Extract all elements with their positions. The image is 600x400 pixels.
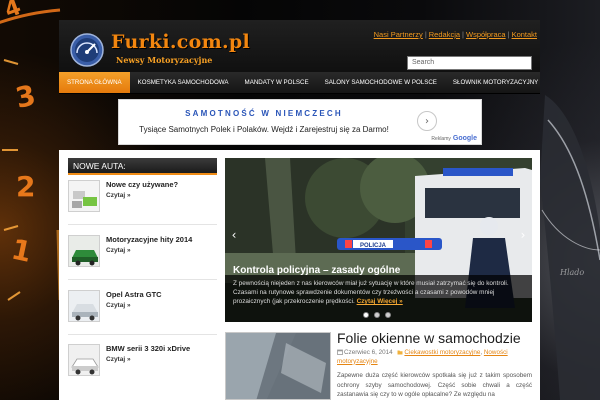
main-nav: Strona Główna Kosmetyka samochodowa Mand…: [59, 72, 540, 94]
window-film-photo: [226, 333, 330, 399]
article-thumbnail[interactable]: [225, 332, 331, 400]
chevron-right-icon[interactable]: ›: [417, 111, 437, 131]
sidebar-post: Motoryzacyjne hity 2014 Czytaj »: [68, 235, 217, 289]
post-title[interactable]: Opel Astra GTC: [106, 290, 218, 299]
slider-excerpt: Z pewnością niejeden z nas kierowców mia…: [233, 279, 526, 306]
ad-banner[interactable]: SAMOTNOŚĆ W NIEMCZECH Tysiące Samotnych …: [118, 99, 482, 145]
slider-pagination: [363, 312, 391, 318]
top-link-editorial[interactable]: Redakcja: [429, 30, 460, 39]
nav-item-home[interactable]: Strona Główna: [59, 72, 130, 93]
chevron-left-icon[interactable]: ‹: [229, 228, 239, 242]
post-thumbnail[interactable]: [68, 344, 100, 376]
car-question-thumbnail: [69, 181, 99, 211]
post-title[interactable]: BMW serii 3 320i xDrive: [106, 344, 218, 353]
separator: |: [462, 30, 464, 39]
sidebar-post: Opel Astra GTC Czytaj »: [68, 290, 217, 344]
top-link-contact[interactable]: Kontakt: [512, 30, 537, 39]
folder-icon: [397, 350, 403, 355]
article-meta: Czerwiec 6, 2014 Ciekawostki motoryzacyj…: [337, 349, 508, 365]
read-more-link[interactable]: Czytaj »: [106, 356, 131, 363]
separator: |: [424, 30, 427, 39]
read-more-link[interactable]: Czytaj »: [106, 302, 131, 309]
slider-dot[interactable]: [374, 312, 380, 318]
read-more-link[interactable]: Czytaj Więcej »: [357, 298, 403, 305]
car-thumbnail: [69, 345, 99, 375]
nav-item-fines[interactable]: Mandaty w Polsce: [237, 72, 317, 93]
category-link[interactable]: Ciekawostki motoryzacyjne: [404, 349, 480, 356]
site-subtitle: Newsy Motoryzacyjne: [116, 55, 213, 65]
read-more-link[interactable]: Czytaj »: [106, 247, 131, 254]
calendar-icon: [337, 349, 343, 355]
car-thumbnail: [69, 291, 99, 321]
article-title[interactable]: Folie okienne w samochodzie: [337, 330, 521, 346]
sidebar-post: Nowe czy używane? Czytaj »: [68, 180, 217, 234]
ad-credit-label: Reklamy: [431, 136, 451, 142]
nav-item-dictionary[interactable]: Słownik motoryzacyjny: [445, 72, 546, 93]
divider: [68, 334, 217, 335]
car-thumbnail: [69, 236, 99, 266]
top-link-cooperation[interactable]: Współpraca: [466, 30, 506, 39]
slider-dot[interactable]: [385, 312, 391, 318]
svg-text:3: 3: [13, 79, 39, 115]
main-content: NOWE AUTA: Nowe czy używane? Czytaj » Mo…: [59, 150, 540, 400]
nav-item-car-dealers[interactable]: Salony samochodowe w Polsce: [317, 72, 445, 93]
ad-title[interactable]: SAMOTNOŚĆ W NIEMCZECH: [119, 109, 409, 118]
sidebar-post: BMW serii 3 320i xDrive Czytaj »: [68, 344, 217, 398]
post-thumbnail[interactable]: [68, 290, 100, 322]
slider-dot[interactable]: [363, 312, 369, 318]
top-links: Nasi Partnerzy | Redakcja | Współpraca | Konta…: [374, 30, 537, 39]
svg-text:Hlado: Hlado: [559, 268, 584, 277]
article-date: Czerwiec 6, 2014: [344, 349, 393, 356]
post-thumbnail[interactable]: [68, 180, 100, 212]
slider-title[interactable]: Kontrola policyjna – zasady ogólne: [233, 265, 400, 276]
speedometer-logo-icon[interactable]: [70, 33, 104, 67]
chevron-right-icon[interactable]: ›: [518, 228, 528, 242]
svg-text:2: 2: [16, 170, 35, 203]
separator: |: [507, 30, 510, 39]
ad-credit-brand: Google: [452, 135, 477, 142]
featured-slider[interactable]: POLICJA ‹ › Kontrola policyjna – zasady …: [225, 158, 532, 322]
police-badge: POLICJA: [360, 243, 387, 249]
ad-text[interactable]: Tysiące Samotnych Polek i Polaków. Wejdź…: [119, 125, 409, 134]
top-link-partners[interactable]: Nasi Partnerzy: [374, 30, 423, 39]
post-title[interactable]: Motoryzacyjne hity 2014: [106, 235, 218, 244]
search-input[interactable]: Search: [407, 56, 532, 70]
divider: [68, 279, 217, 280]
sidebar-heading: NOWE AUTA:: [68, 158, 217, 175]
post-thumbnail[interactable]: [68, 235, 100, 267]
divider: [68, 224, 217, 225]
ad-credit[interactable]: Reklamy Google: [431, 135, 477, 142]
site-header: Furki.com.pl Newsy Motoryzacyjne Nasi Pa…: [59, 20, 540, 72]
read-more-link[interactable]: Czytaj »: [106, 192, 131, 199]
site-title[interactable]: Furki.com.pl: [111, 31, 250, 53]
nav-item-car-care[interactable]: Kosmetyka samochodowa: [130, 72, 237, 93]
post-title[interactable]: Nowe czy używane?: [106, 180, 218, 189]
svg-text:1: 1: [9, 233, 35, 269]
article-excerpt: Zapewne duża część kierowców spotkała si…: [337, 372, 532, 398]
